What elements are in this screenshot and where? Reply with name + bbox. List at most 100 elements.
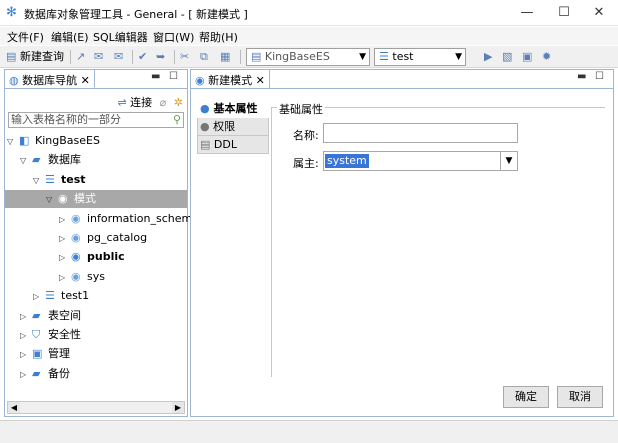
tree-item[interactable]: ▷ ⛉ 安全性	[20, 326, 81, 344]
tab-database-navigator[interactable]: ◍ 数据库导航 ✕	[5, 70, 95, 88]
table-search-input[interactable]: 输入表格名称的一部分 ⚲	[8, 112, 184, 128]
menu-edit[interactable]: 编辑(E)	[51, 29, 89, 45]
open-icon[interactable]: ↗	[76, 49, 85, 65]
horizontal-scrollbar[interactable]: ◀ ▶	[7, 401, 185, 414]
tree-item[interactable]: ▽ ▰ 数据库	[20, 151, 81, 169]
tree-item[interactable]: ▷ ▰ 表空间	[20, 307, 81, 325]
tree-item[interactable]: ▷ ▰ 备份	[20, 365, 70, 383]
tree-node-icon: ▰	[32, 153, 41, 167]
tree-item-label: 表空间	[48, 308, 81, 322]
tree-node-icon: ◉	[58, 192, 68, 206]
expand-arrow-down-icon[interactable]: ▽	[7, 133, 19, 151]
expand-arrow-right-icon[interactable]: ▷	[33, 288, 45, 306]
expand-arrow-right-icon[interactable]: ▷	[20, 366, 32, 384]
minimize-view-icon[interactable]: ▬	[577, 71, 586, 82]
tree-item-label: sys	[87, 269, 105, 283]
close-button[interactable]: ✕	[584, 3, 614, 23]
expand-arrow-down-icon[interactable]: ▽	[20, 152, 32, 170]
menu-sql-editor[interactable]: SQL编辑器	[93, 29, 148, 45]
tree-item[interactable]: ▷ ◉ sys	[59, 268, 105, 286]
scroll-left-icon[interactable]: ◀	[8, 402, 20, 413]
mail-icon[interactable]: ✉	[94, 49, 103, 65]
chevron-down-icon: ▼	[455, 52, 462, 62]
tab-basic-properties[interactable]: ● 基本属性	[197, 100, 269, 118]
connect-button[interactable]: 连接	[130, 96, 152, 109]
tree-item[interactable]: ▷ ◉ pg_catalog	[59, 229, 147, 247]
tree-node-icon: ⛉	[32, 328, 41, 341]
minimize-view-icon[interactable]: ▬	[151, 71, 160, 82]
ddl-icon: ▤	[200, 138, 211, 151]
app-gear-icon: ✻	[6, 5, 17, 20]
paste-icon[interactable]: ▦	[220, 49, 230, 65]
run-icon[interactable]: ▶	[484, 49, 492, 65]
menu-file[interactable]: 文件(F)	[7, 29, 44, 45]
expand-arrow-down-icon[interactable]: ▽	[46, 191, 58, 209]
expand-arrow-right-icon[interactable]: ▷	[59, 249, 71, 267]
minimize-button[interactable]: —	[512, 3, 542, 23]
divider	[5, 88, 187, 89]
maximize-view-icon[interactable]: ☐	[595, 71, 604, 82]
tree-item[interactable]: ▷ ◉ information_schema	[59, 210, 199, 228]
expand-arrow-right-icon[interactable]: ▷	[59, 269, 71, 287]
expand-arrow-right-icon[interactable]: ▷	[20, 346, 32, 364]
status-bar	[0, 420, 618, 443]
tab-new-schema[interactable]: ◉ 新建模式 ✕	[191, 70, 270, 88]
tree-item-label: public	[87, 250, 125, 264]
scroll-right-icon[interactable]: ▶	[172, 402, 184, 413]
tree-item[interactable]: ▽ ◧ KingBaseES	[7, 132, 100, 150]
expand-arrow-down-icon[interactable]: ▽	[33, 172, 45, 190]
debug-icon[interactable]: ✹	[542, 49, 551, 65]
navigator-icon: ◍	[9, 74, 19, 87]
search-placeholder: 输入表格名称的一部分	[11, 113, 121, 126]
tree-item-label: 备份	[48, 366, 70, 380]
tab-permissions[interactable]: ● 权限	[197, 118, 269, 136]
refresh-icon[interactable]: ✲	[174, 96, 183, 109]
commit-icon[interactable]: ✔	[138, 49, 147, 65]
toolbar-separator	[174, 50, 175, 64]
tree-item[interactable]: ▷ ☰ test1	[33, 287, 89, 305]
name-field[interactable]	[323, 123, 518, 143]
cancel-button[interactable]: 取消	[557, 386, 603, 408]
tree-node-icon: ▰	[32, 366, 41, 380]
tree-item[interactable]: ▷ ▣ 管理	[20, 345, 70, 363]
connect-icon[interactable]: ⇌	[117, 96, 126, 109]
tree-item[interactable]: ▽ ◉ 模式	[5, 190, 187, 209]
tree-node-icon: ☰	[45, 289, 55, 303]
new-query-button[interactable]: 新建查询	[20, 49, 64, 65]
new-query-icon[interactable]: ▤	[6, 49, 16, 65]
close-icon[interactable]: ✕	[81, 74, 90, 87]
database-combo[interactable]: ☰ test ▼	[374, 48, 466, 66]
maximize-button[interactable]: ☐	[549, 3, 579, 23]
rollback-icon[interactable]: ➥	[156, 49, 165, 65]
menu-window[interactable]: 窗口(W)	[153, 29, 194, 45]
copy-icon[interactable]: ⧉	[200, 49, 208, 65]
disconnect-icon[interactable]: ⌀	[160, 96, 167, 109]
tab-ddl[interactable]: ▤ DDL	[197, 136, 269, 154]
run-script-icon[interactable]: ▧	[502, 49, 512, 65]
maximize-view-icon[interactable]: ☐	[169, 71, 178, 82]
close-icon[interactable]: ✕	[256, 74, 265, 87]
expand-arrow-right-icon[interactable]: ▷	[59, 230, 71, 248]
tree-item[interactable]: ▷ ◉ public	[59, 248, 125, 266]
owner-value: system	[325, 154, 369, 168]
toolbar-separator	[132, 50, 133, 64]
user-icon: ◉	[195, 74, 205, 87]
search-icon[interactable]: ⚲	[173, 113, 181, 127]
editor-side-tabs: ● 基本属性 ● 权限 ▤ DDL	[197, 100, 269, 154]
expand-arrow-right-icon[interactable]: ▷	[20, 308, 32, 326]
tree-node-icon: ◉	[71, 250, 81, 264]
expand-arrow-right-icon[interactable]: ▷	[59, 211, 71, 229]
permission-icon: ●	[200, 120, 210, 133]
ok-button[interactable]: 确定	[503, 386, 549, 408]
cut-icon[interactable]: ✂	[180, 49, 189, 65]
owner-select[interactable]: system ▼	[323, 151, 518, 171]
chevron-down-icon[interactable]: ▼	[500, 152, 517, 170]
db-icon: ▤	[251, 50, 262, 63]
tree-item[interactable]: ▽ ☰ test	[33, 171, 86, 189]
mail-out-icon[interactable]: ✉	[114, 49, 123, 65]
expand-arrow-right-icon[interactable]: ▷	[20, 327, 32, 345]
menu-help[interactable]: 帮助(H)	[199, 29, 238, 45]
connection-combo[interactable]: ▤ KingBaseES ▼	[246, 48, 370, 66]
explain-icon[interactable]: ▣	[522, 49, 532, 65]
basic-properties-group	[271, 107, 605, 377]
